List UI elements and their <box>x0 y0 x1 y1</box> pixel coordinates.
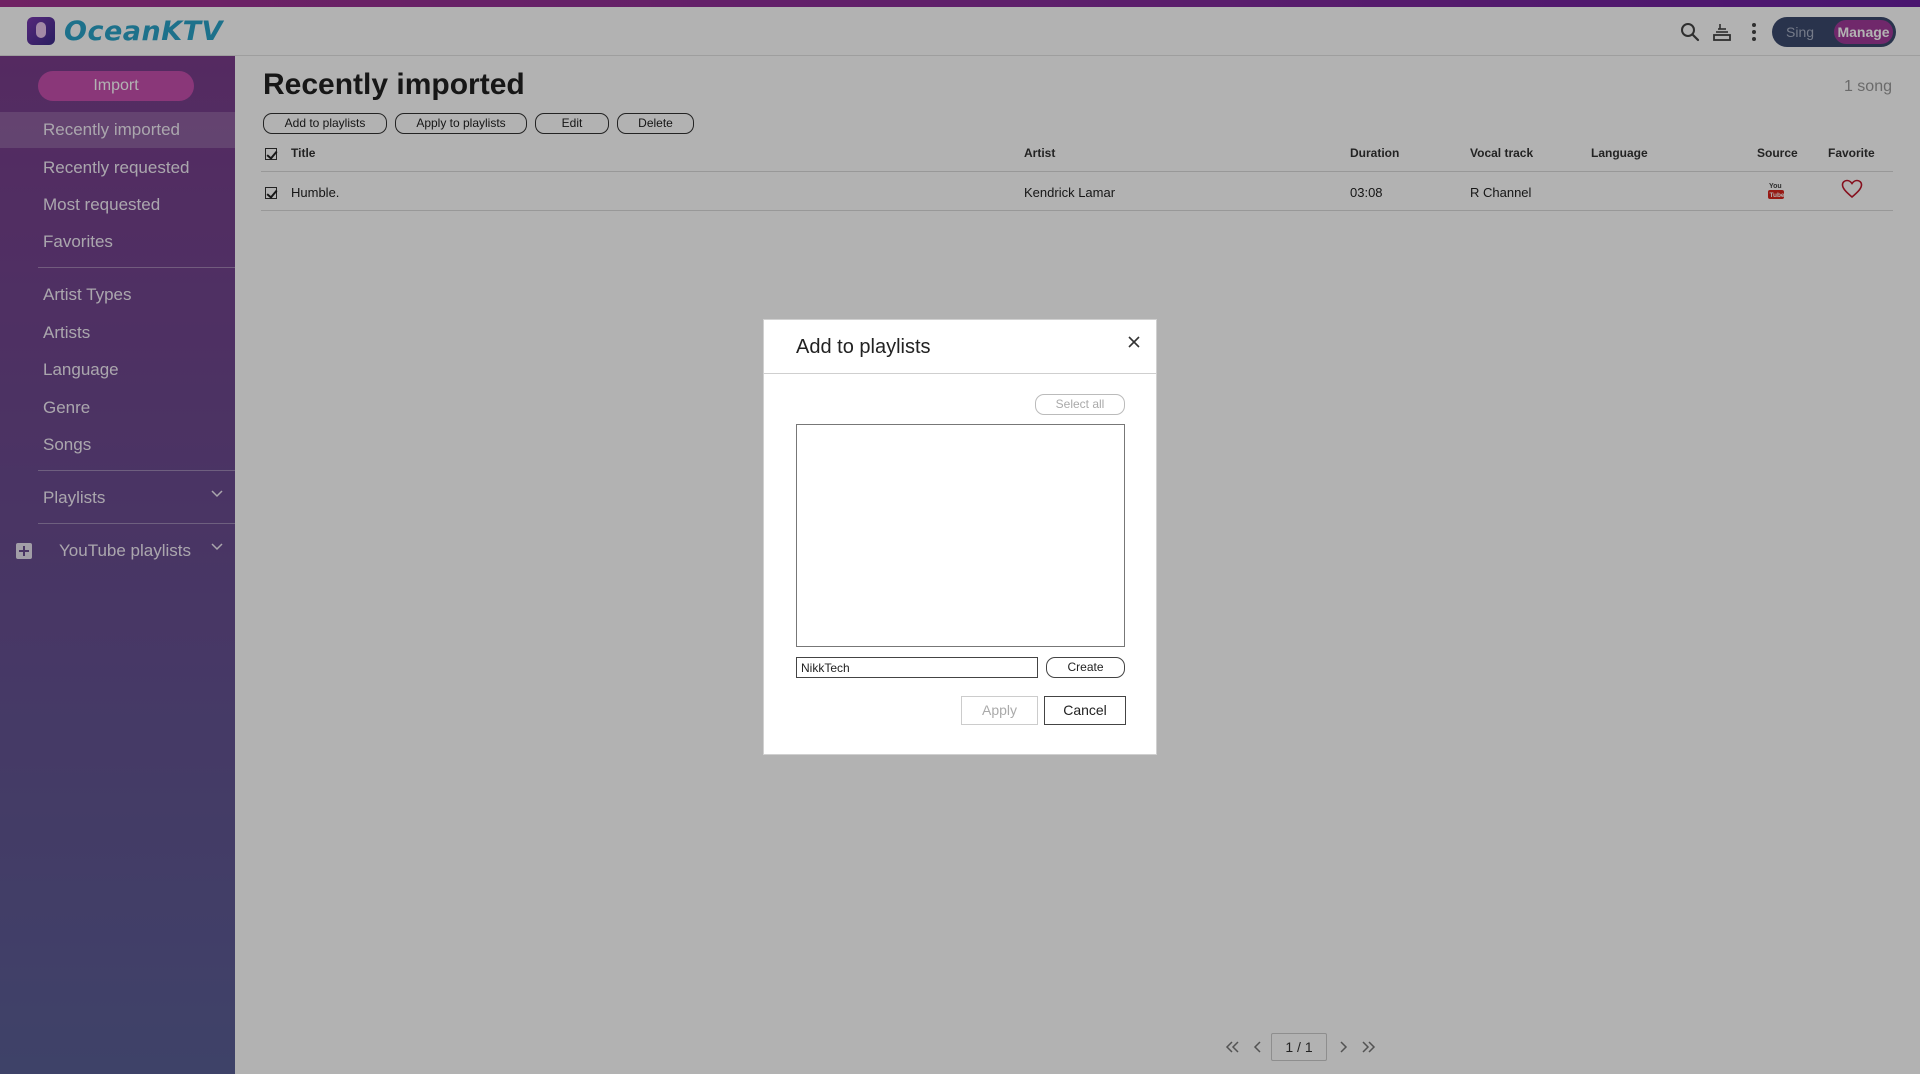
new-playlist-name-input[interactable] <box>796 657 1038 678</box>
add-to-playlists-dialog: Add to playlists Select all Create Apply… <box>763 319 1157 755</box>
dialog-title: Add to playlists <box>796 336 931 358</box>
apply-button[interactable]: Apply <box>961 696 1038 725</box>
dialog-divider <box>764 373 1156 374</box>
playlist-list[interactable] <box>796 424 1125 647</box>
select-all-button[interactable]: Select all <box>1035 394 1125 415</box>
cancel-button[interactable]: Cancel <box>1044 696 1126 725</box>
close-icon[interactable] <box>1125 333 1143 351</box>
create-playlist-button[interactable]: Create <box>1046 657 1125 678</box>
